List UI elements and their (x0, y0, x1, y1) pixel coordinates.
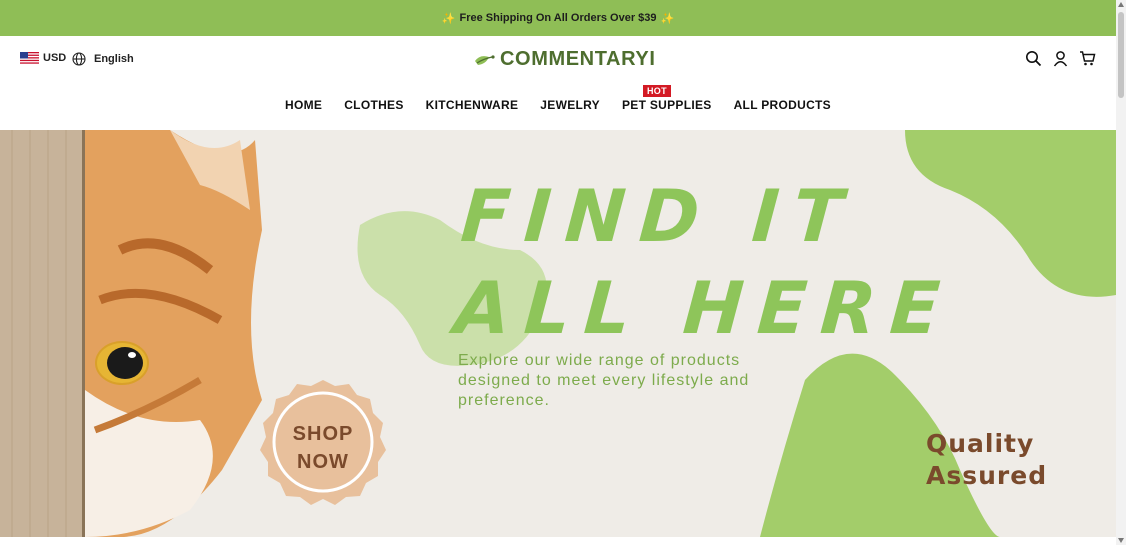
site-logo[interactable]: COMMENTARYI (474, 48, 655, 71)
quality-line2: Assured (926, 461, 1048, 490)
nav-home[interactable]: HOME (285, 98, 322, 112)
announcement-text: Free Shipping On All Orders Over $39 (459, 12, 657, 24)
nav-jewelry[interactable]: JEWELRY (540, 98, 600, 112)
sparkle-icon: ✨ (660, 12, 675, 25)
cart-icon[interactable] (1079, 50, 1096, 67)
site-header: USD English COMMENTARYI HOME CLOTHES KIT… (0, 36, 1116, 130)
language-label: English (94, 53, 134, 65)
hero-banner[interactable]: FIND IT ALL HERE Explore our wide range … (0, 130, 1116, 537)
currency-label: USD (43, 52, 67, 64)
hero-headline: FIND IT ALL HERE (452, 170, 963, 354)
main-nav: HOME CLOTHES KITCHENWARE JEWELRY PET SUP… (0, 85, 1116, 112)
shop-now-line1: SHOP (292, 423, 354, 445)
announcement-bar: ✨ Free Shipping On All Orders Over $39 ✨ (0, 0, 1116, 36)
hero-subtitle: Explore our wide range of products desig… (458, 352, 750, 409)
nav-pet-supplies[interactable]: PET SUPPLIES HOT (621, 85, 712, 112)
search-icon[interactable] (1025, 50, 1042, 67)
account-icon[interactable] (1052, 50, 1069, 67)
logo-text: COMMENTARYI (500, 48, 656, 70)
nav-kitchenware[interactable]: KITCHENWARE (426, 98, 519, 112)
globe-icon (72, 52, 86, 66)
shop-now-line2: NOW (297, 451, 349, 473)
nav-pet-supplies-label: PET SUPPLIES (621, 98, 712, 112)
quality-assured-label: Quality Assured (926, 428, 1047, 492)
hero-headline-line2: ALL HERE (451, 266, 957, 350)
hero-headline-line1: FIND IT (458, 174, 860, 258)
scroll-up-arrow-icon[interactable] (1118, 2, 1124, 7)
page-bottom-edge (0, 537, 1116, 545)
page-scrollbar[interactable] (1116, 0, 1126, 545)
cat-image (85, 130, 262, 537)
us-flag-icon (20, 52, 39, 64)
scroll-down-arrow-icon[interactable] (1118, 538, 1124, 543)
language-selector[interactable]: English (72, 52, 134, 66)
shop-now-button[interactable]: SHOP NOW (259, 420, 387, 476)
logo-leaf-icon (475, 54, 495, 65)
quality-line1: Quality (926, 429, 1035, 458)
header-tools (1025, 50, 1096, 67)
nav-clothes[interactable]: CLOTHES (344, 98, 403, 112)
currency-selector[interactable]: USD (20, 52, 66, 64)
nav-all-products[interactable]: ALL PRODUCTS (734, 98, 831, 112)
hot-badge: HOT (642, 85, 671, 97)
sparkle-icon: ✨ (441, 12, 456, 25)
scrollbar-thumb[interactable] (1118, 12, 1124, 98)
